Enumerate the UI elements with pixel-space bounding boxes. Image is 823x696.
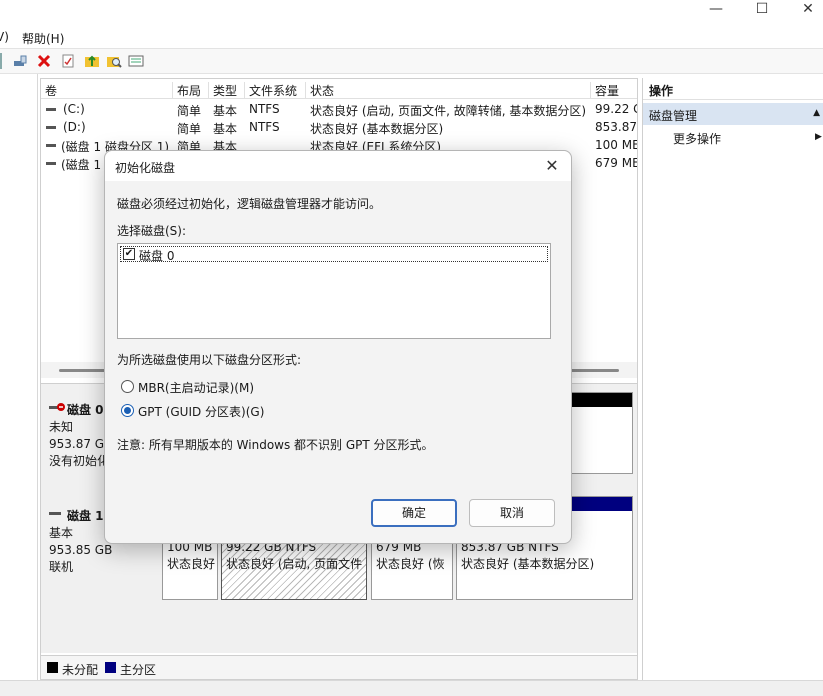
volume-table-header: 卷 布局 类型 文件系统 状态 容量 — [41, 79, 637, 99]
volume-type: 基本 — [213, 104, 238, 118]
partition-status: 状态良好 (启动, 页面文件 — [226, 557, 363, 571]
connect-icon[interactable] — [12, 53, 28, 69]
legend-primary-label: 主分区 — [120, 663, 157, 677]
collapse-up-icon[interactable]: ▲ — [813, 108, 820, 118]
legend-primary-swatch — [105, 662, 116, 673]
legend: 未分配 主分区 — [41, 655, 637, 679]
console-tree-pane — [0, 74, 38, 680]
volume-name: (C:) — [63, 102, 85, 116]
more-actions-label: 更多操作 — [673, 132, 722, 146]
volume-filesystem: NTFS — [249, 102, 280, 116]
toolbar — [0, 48, 823, 74]
drive-icon — [45, 156, 57, 173]
volume-capacity: 853.87 — [595, 120, 637, 134]
disk-management-window: — ☐ ✕ Ⅴ) 帮助(H) 卷 布局 类型 文件系统 状态 容量 (C:) 简… — [0, 0, 823, 696]
ok-button[interactable]: 确定 — [371, 499, 457, 527]
volume-filesystem: NTFS — [249, 120, 280, 134]
mbr-radio-label[interactable]: MBR(主启动记录)(M) — [138, 379, 254, 396]
select-disk-label: 选择磁盘(S): — [117, 224, 187, 238]
search-folder-icon[interactable] — [106, 53, 122, 69]
volume-status: 状态良好 (启动, 页面文件, 故障转储, 基本数据分区) — [310, 104, 587, 118]
minimize-button[interactable]: — — [693, 0, 739, 20]
mbr-radio[interactable] — [121, 380, 134, 393]
volume-capacity: 99.22 G — [595, 102, 637, 116]
volume-layout: 简单 — [177, 122, 202, 136]
partition-style-label: 为所选磁盘使用以下磁盘分区形式: — [117, 353, 302, 367]
volume-status: 状态良好 (基本数据分区) — [310, 122, 444, 136]
menu-item-view[interactable]: Ⅴ) — [0, 30, 9, 44]
column-header-type[interactable]: 类型 — [209, 82, 245, 98]
legend-unallocated-swatch — [47, 662, 58, 673]
column-header-status[interactable]: 状态 — [306, 82, 591, 98]
submenu-arrow-icon[interactable]: ▶ — [815, 132, 822, 142]
table-row[interactable]: (D:) 简单 基本 NTFS 状态良好 (基本数据分区) 853.87 — [41, 118, 637, 136]
disk1-info[interactable]: 磁盘 1 基本 953.85 GB 联机 — [49, 508, 112, 576]
partition-status: 状态良好 — [167, 557, 216, 571]
volume-layout: 简单 — [177, 104, 202, 118]
legend-unallocated-label: 未分配 — [62, 663, 99, 677]
disk0-type: 未知 — [49, 420, 74, 434]
more-actions-item[interactable]: 更多操作 — [673, 130, 721, 147]
gpt-radio-label[interactable]: GPT (GUID 分区表)(G) — [138, 403, 264, 420]
column-header-layout[interactable]: 布局 — [173, 82, 209, 98]
partition-status: 状态良好 (基本数据分区) — [461, 557, 595, 571]
up-folder-icon[interactable] — [84, 53, 100, 69]
volume-capacity: 679 ME — [595, 156, 637, 170]
disk1-state: 联机 — [49, 560, 74, 574]
drive-icon — [45, 102, 57, 119]
actions-selected-label: 磁盘管理 — [649, 109, 698, 123]
close-icon[interactable]: ✕ — [541, 155, 563, 177]
disk1-title: 磁盘 1 — [67, 509, 104, 523]
column-header-volume[interactable]: 卷 — [41, 82, 173, 98]
volume-type: 基本 — [213, 122, 238, 136]
view-list-icon[interactable] — [128, 53, 144, 69]
cancel-button[interactable]: 取消 — [469, 499, 555, 527]
disk0-size: 953.87 GE — [49, 437, 112, 451]
actions-pane: 操作 磁盘管理 ▲ 更多操作 ▶ — [642, 78, 823, 680]
window-close-button[interactable]: ✕ — [785, 0, 823, 20]
volume-name: (D:) — [63, 120, 86, 134]
disk-checkbox[interactable]: ✔ — [123, 248, 135, 260]
drive-icon — [45, 120, 57, 137]
status-bar — [0, 680, 823, 696]
volume-capacity: 100 ME — [595, 138, 637, 152]
dialog-titlebar: 初始化磁盘 ✕ — [105, 151, 571, 181]
table-row[interactable]: (C:) 简单 基本 NTFS 状态良好 (启动, 页面文件, 故障转储, 基本… — [41, 100, 637, 118]
dialog-title: 初始化磁盘 — [115, 161, 176, 175]
partition-status: 状态良好 (恢 — [376, 557, 445, 571]
disk1-type: 基本 — [49, 526, 74, 540]
disk0-info[interactable]: 磁盘 0 未知 953.87 GE 没有初始化 — [49, 402, 112, 470]
menu-item-help[interactable]: 帮助(H) — [22, 30, 64, 47]
initialize-disk-dialog: 初始化磁盘 ✕ 磁盘必须经过初始化，逻辑磁盘管理器才能访问。 选择磁盘(S): … — [104, 150, 572, 544]
disk-list-item-label: 磁盘 0 — [139, 249, 175, 263]
menu-bar: Ⅴ) 帮助(H) — [0, 26, 823, 48]
gpt-radio[interactable] — [121, 404, 134, 417]
column-header-filesystem[interactable]: 文件系统 — [245, 82, 306, 98]
dialog-intro-text: 磁盘必须经过初始化，逻辑磁盘管理器才能访问。 — [117, 197, 382, 211]
disk0-state: 没有初始化 — [49, 454, 110, 468]
disk-unknown-icon — [49, 402, 67, 419]
properties-icon[interactable] — [60, 53, 76, 69]
drive-icon — [45, 138, 57, 155]
toolbar-icon-partial[interactable] — [0, 53, 2, 69]
gpt-note-text: 注意: 所有早期版本的 Windows 都不识别 GPT 分区形式。 — [117, 438, 434, 452]
maximize-button[interactable]: ☐ — [739, 0, 785, 20]
disk-icon — [49, 508, 67, 525]
column-header-capacity[interactable]: 容量 — [591, 82, 637, 98]
actions-title: 操作 — [643, 78, 823, 100]
disk1-size: 953.85 GB — [49, 543, 113, 557]
delete-icon[interactable] — [36, 53, 52, 69]
disk-list-item[interactable]: ✔ 磁盘 0 — [120, 246, 548, 263]
disk-select-list[interactable]: ✔ 磁盘 0 — [117, 243, 551, 339]
disk0-title: 磁盘 0 — [67, 403, 104, 417]
actions-disk-management[interactable]: 磁盘管理 ▲ — [643, 103, 823, 125]
